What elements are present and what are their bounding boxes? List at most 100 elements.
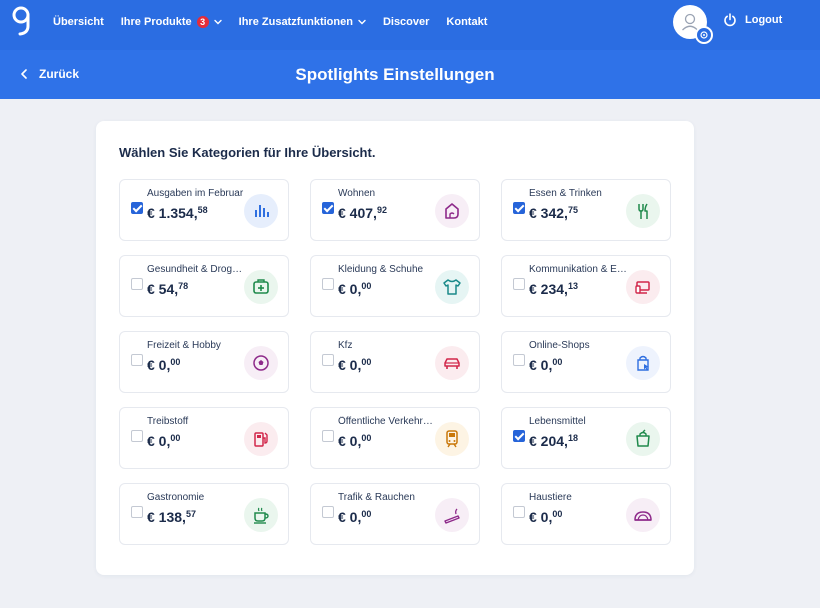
amount-cents: 78 xyxy=(178,281,189,291)
category-name: Gastronomie xyxy=(147,492,205,503)
category-icon-circle xyxy=(244,422,278,456)
category-tile[interactable]: Trafik & Rauchen € 0,00 xyxy=(310,483,480,545)
category-name: Haustiere xyxy=(529,492,572,503)
category-tile[interactable]: Kommunikation & Elektronik € 234,13 xyxy=(501,255,671,317)
category-tile[interactable]: Essen & Trinken € 342,75 xyxy=(501,179,671,241)
avatar-settings-badge[interactable] xyxy=(695,26,713,44)
category-checkbox[interactable] xyxy=(322,430,334,442)
nav-overview[interactable]: Übersicht xyxy=(53,16,104,28)
cigarette-icon xyxy=(444,508,460,524)
logout-button[interactable]: Logout xyxy=(723,13,782,27)
category-tile[interactable]: Gesundheit & Drogerie € 54,78 xyxy=(119,255,289,317)
category-tile[interactable]: Gastronomie € 138,57 xyxy=(119,483,289,545)
category-amount: € 0,00 xyxy=(529,357,562,373)
train-icon xyxy=(446,430,458,448)
category-amount: € 0,00 xyxy=(338,433,371,449)
ball-icon xyxy=(253,355,269,371)
category-checkbox[interactable] xyxy=(322,354,334,366)
category-checkbox[interactable] xyxy=(131,506,143,518)
amount-cents: 00 xyxy=(361,509,372,519)
nav-extra-functions-label: Ihre Zusatzfunktionen xyxy=(238,16,353,28)
amount-cents: 00 xyxy=(361,357,372,367)
amount-cents: 00 xyxy=(361,281,372,291)
category-tile[interactable]: Treibstoff € 0,00 xyxy=(119,407,289,469)
category-checkbox[interactable] xyxy=(513,354,525,366)
category-amount: € 0,00 xyxy=(338,509,371,525)
category-icon-circle xyxy=(435,498,469,532)
category-tile[interactable]: Öffentliche Verkehrsmittel € 0,00 xyxy=(310,407,480,469)
category-name: Wohnen xyxy=(338,188,376,199)
amount-euros: € 0, xyxy=(147,357,171,373)
category-tile[interactable]: Ausgaben im Februar € 1.354,58 xyxy=(119,179,289,241)
amount-cents: 00 xyxy=(552,509,563,519)
category-tile[interactable]: Haustiere € 0,00 xyxy=(501,483,671,545)
devices-icon xyxy=(635,281,650,294)
main-nav: Übersicht Ihre Produkte 3 Ihre Zusatzfun… xyxy=(53,0,504,44)
nav-products-label: Ihre Produkte xyxy=(120,16,192,28)
category-checkbox[interactable] xyxy=(131,278,143,290)
category-checkbox[interactable] xyxy=(322,278,334,290)
amount-cents: 00 xyxy=(170,357,181,367)
category-amount: € 0,00 xyxy=(529,509,562,525)
category-checkbox[interactable] xyxy=(513,278,525,290)
category-checkbox[interactable] xyxy=(131,430,143,442)
amount-euros: € 0, xyxy=(529,357,553,373)
cutlery-icon xyxy=(638,203,648,219)
logout-label: Logout xyxy=(745,14,783,26)
category-name: Ausgaben im Februar xyxy=(147,188,244,199)
tshirt-icon xyxy=(443,279,461,295)
products-count-badge: 3 xyxy=(196,16,209,28)
amount-euros: € 0, xyxy=(147,433,171,449)
amount-euros: € 0, xyxy=(338,433,362,449)
amount-euros: € 1.354, xyxy=(147,205,198,221)
category-tile[interactable]: Kleidung & Schuhe € 0,00 xyxy=(310,255,480,317)
category-checkbox[interactable] xyxy=(322,202,334,214)
category-icon-circle xyxy=(435,422,469,456)
nav-extra-functions[interactable]: Ihre Zusatzfunktionen xyxy=(239,16,366,28)
car-icon xyxy=(444,358,460,369)
category-icon-circle xyxy=(244,498,278,532)
amount-cents: 00 xyxy=(170,433,181,443)
category-tile[interactable]: Lebensmittel € 204,18 xyxy=(501,407,671,469)
category-tile[interactable]: Kfz € 0,00 xyxy=(310,331,480,393)
nav-contact-label: Kontakt xyxy=(446,16,488,28)
category-amount: € 204,18 xyxy=(529,433,578,449)
home-icon xyxy=(445,203,459,219)
category-icon-circle xyxy=(626,346,660,380)
coffee-cup-icon xyxy=(254,507,269,524)
amount-cents: 00 xyxy=(552,357,563,367)
amount-cents: 57 xyxy=(185,509,196,519)
amount-euros: € 234, xyxy=(529,281,568,297)
pet-bed-icon xyxy=(634,511,652,521)
nav-products[interactable]: Ihre Produkte 3 xyxy=(121,16,222,28)
card-heading: Wählen Sie Kategorien für Ihre Übersicht… xyxy=(119,145,376,160)
category-checkbox[interactable] xyxy=(513,202,525,214)
category-checkbox[interactable] xyxy=(131,202,143,214)
category-icon-circle xyxy=(435,270,469,304)
page-title: Spotlights Einstellungen xyxy=(295,65,495,84)
category-amount: € 1.354,58 xyxy=(147,205,208,221)
category-amount: € 0,00 xyxy=(338,357,371,373)
logo-icon[interactable] xyxy=(10,6,32,38)
category-checkbox[interactable] xyxy=(322,506,334,518)
grocery-bag-icon xyxy=(636,429,650,447)
power-icon xyxy=(724,13,736,27)
category-name: Kfz xyxy=(338,340,353,351)
category-icon-circle xyxy=(244,270,278,304)
category-tile[interactable]: Wohnen € 407,92 xyxy=(310,179,480,241)
nav-discover[interactable]: Discover xyxy=(383,16,429,28)
category-icon-circle xyxy=(626,422,660,456)
category-checkbox[interactable] xyxy=(131,354,143,366)
category-amount: € 234,13 xyxy=(529,281,578,297)
nav-contact[interactable]: Kontakt xyxy=(446,16,487,28)
category-tile[interactable]: Freizeit & Hobby € 0,00 xyxy=(119,331,289,393)
category-tile[interactable]: Online-Shops € 0,00 xyxy=(501,331,671,393)
category-name: Kleidung & Schuhe xyxy=(338,264,424,275)
category-icon-circle xyxy=(626,270,660,304)
category-name: Essen & Trinken xyxy=(529,188,602,199)
category-checkbox[interactable] xyxy=(513,430,525,442)
category-amount: € 54,78 xyxy=(147,281,188,297)
category-name: Lebensmittel xyxy=(529,416,586,427)
category-checkbox[interactable] xyxy=(513,506,525,518)
settings-icon xyxy=(700,31,708,39)
